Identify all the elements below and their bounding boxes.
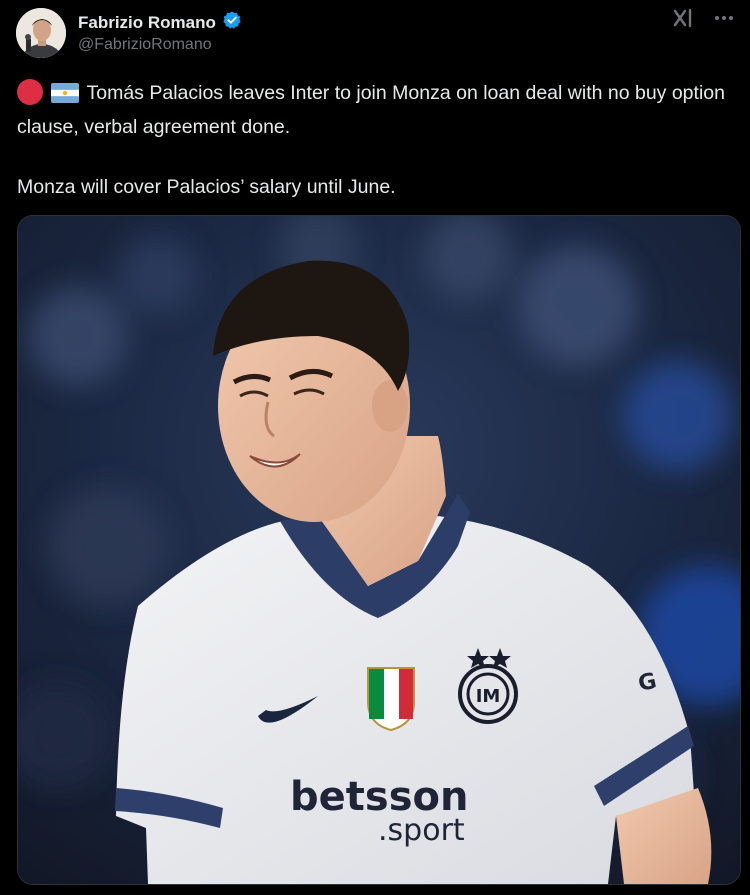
tweet-media-photo[interactable]: IM betsson .sport G	[17, 215, 741, 885]
verified-badge-icon	[222, 10, 242, 35]
more-options-icon[interactable]	[714, 15, 734, 21]
author-handle[interactable]: @FabrizioRomano	[78, 36, 212, 54]
tweet-text: Tomás Palacios leaves Inter to join Monz…	[17, 78, 737, 202]
author-avatar[interactable]	[16, 8, 66, 58]
svg-text:IM: IM	[476, 686, 501, 707]
grok-icon[interactable]	[672, 8, 694, 28]
tweet-paragraph-2: Monza will cover Palacios’ salary until …	[17, 172, 737, 202]
tweet-header: Fabrizio Romano @FabrizioRomano	[16, 8, 738, 60]
tweet-paragraph-1: Tomás Palacios leaves Inter to join Monz…	[17, 78, 737, 142]
tweet-line-2: Monza will cover Palacios’ salary until …	[17, 176, 396, 198]
argentina-flag-icon	[51, 82, 80, 112]
author-display-name[interactable]: Fabrizio Romano	[78, 13, 216, 33]
tweet-line-1: Tomás Palacios leaves Inter to join Monz…	[17, 82, 725, 138]
sponsor-sub: .sport	[378, 813, 465, 848]
scudetto-icon	[367, 667, 415, 732]
red-circle-icon	[17, 79, 43, 105]
